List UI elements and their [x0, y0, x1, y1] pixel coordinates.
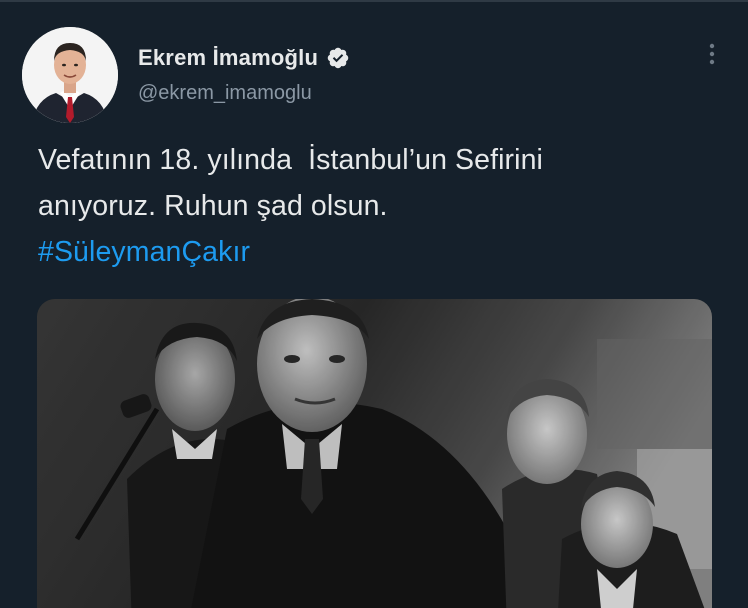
- tweet-text-line: Vefatının 18. yılında İstanbul’un Sefiri…: [38, 144, 543, 176]
- tweet-card: Ekrem İmamoğlu @ekrem_imamoglu Vefatının…: [0, 0, 748, 608]
- hashtag-link[interactable]: #SüleymanÇakır: [38, 229, 718, 275]
- more-dots-vertical-icon: [709, 43, 715, 65]
- author-handle[interactable]: @ekrem_imamoglu: [138, 82, 312, 105]
- divider: [0, 0, 748, 2]
- tweet-media[interactable]: [37, 299, 712, 608]
- verified-badge-icon: [327, 47, 349, 69]
- tweet-text: Vefatının 18. yılında İstanbul’un Sefiri…: [38, 137, 718, 275]
- more-options-button[interactable]: [696, 38, 728, 70]
- tweet-text-line: anıyoruz. Ruhun şad olsun.: [38, 190, 388, 222]
- avatar-photo-icon: [22, 27, 118, 123]
- author-avatar[interactable]: [22, 27, 118, 123]
- video-thumbnail-image: [37, 299, 712, 608]
- author-display-name[interactable]: Ekrem İmamoğlu: [138, 45, 318, 71]
- author-name-row: Ekrem İmamoğlu: [138, 42, 350, 74]
